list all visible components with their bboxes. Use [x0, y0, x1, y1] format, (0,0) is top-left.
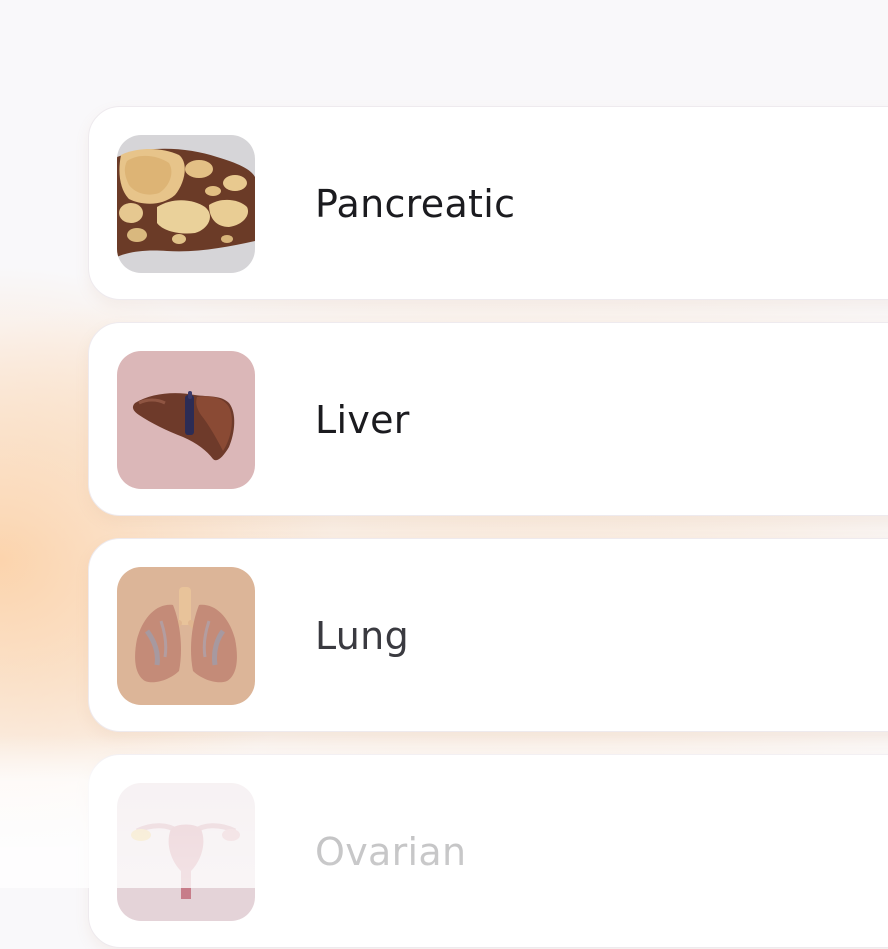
liver-image	[117, 351, 255, 489]
list-item-ovarian[interactable]: Ovarian	[88, 754, 888, 948]
list-item-liver[interactable]: Liver	[88, 322, 888, 516]
list-item-lung[interactable]: Lung	[88, 538, 888, 732]
list-item-pancreatic[interactable]: Pancreatic	[88, 106, 888, 300]
lungs-image	[117, 567, 255, 705]
list-item-label: Lung	[315, 614, 409, 658]
list-item-label: Pancreatic	[315, 182, 516, 226]
list-item-label: Liver	[315, 398, 410, 442]
uterus-ovaries-image	[117, 783, 255, 921]
pancreas-image	[117, 135, 255, 273]
list-item-label: Ovarian	[315, 830, 467, 874]
